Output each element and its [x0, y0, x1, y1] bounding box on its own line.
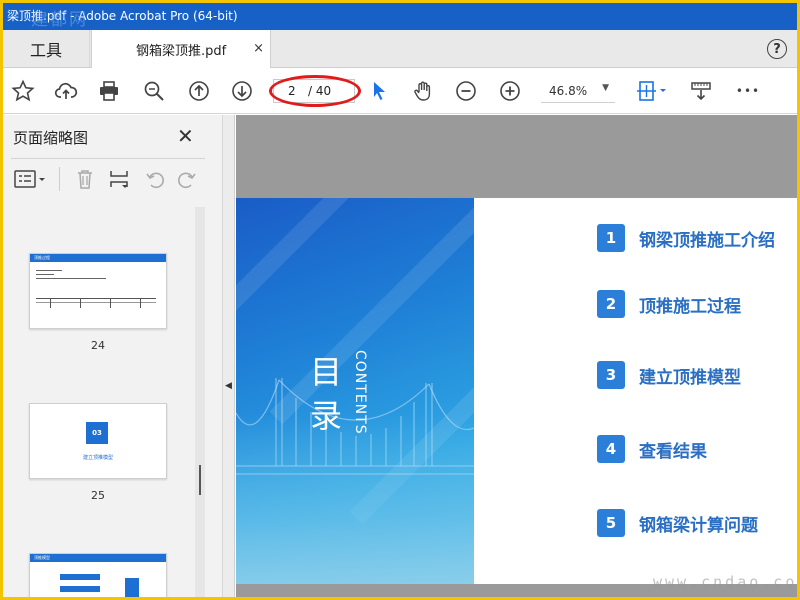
hand-icon[interactable]: [411, 79, 435, 103]
scroll-mode-icon[interactable]: [689, 79, 713, 103]
tab-document-label: 钢箱梁顶推.pdf: [136, 44, 227, 59]
zoom-search-icon[interactable]: [142, 79, 166, 103]
thumbnail-page-26[interactable]: 顶推模型: [29, 553, 167, 597]
star-icon[interactable]: [11, 79, 35, 103]
panel-divider: [11, 158, 205, 159]
cover-water-haze: [236, 414, 474, 584]
thumbnail-header: 顶推过程: [30, 254, 166, 262]
app-window: 梁顶推.pdf - Adobe Acrobat Pro (64-bit) 建都网…: [3, 3, 797, 597]
thumbnail-page-24[interactable]: 顶推过程: [29, 253, 167, 329]
thumbnail-text-line: [36, 270, 62, 271]
chevron-down-icon: ▼: [602, 83, 609, 93]
help-button[interactable]: ?: [767, 39, 787, 59]
thumbnail-bridge-pier: [140, 298, 141, 308]
panel-scrollbar[interactable]: [195, 207, 205, 597]
cover-title-top: 目: [310, 353, 343, 391]
tab-close-button[interactable]: ×: [253, 41, 264, 56]
title-bar: 梁顶推.pdf - Adobe Acrobat Pro (64-bit): [3, 3, 797, 30]
thumbnail-options-icon[interactable]: [13, 167, 47, 191]
tab-bar: 工具 钢箱梁顶推.pdf × ?: [3, 30, 797, 69]
watermark-bottom: www.cndao.com: [653, 573, 797, 591]
thumbnail-text-line: [36, 278, 106, 279]
panel-toolbar: [11, 167, 211, 193]
contents-cover-image: 目 录 CONTENTS: [236, 198, 474, 584]
thumbnail-bridge-pier: [50, 298, 51, 308]
toolbar-separator: [59, 167, 60, 191]
toc-text: 顶推施工过程: [639, 296, 741, 317]
page-up-icon[interactable]: [187, 79, 211, 103]
toc-item-3[interactable]: 3 建立顶推模型: [597, 361, 741, 389]
tab-document[interactable]: 钢箱梁顶推.pdf ×: [91, 30, 271, 69]
more-icon[interactable]: •••: [735, 79, 761, 103]
thumbnail-section-caption: 建立顶推模型: [82, 455, 113, 461]
cover-title: 目 录: [310, 350, 342, 438]
thumbnail-bridge-drawing: [36, 302, 156, 303]
thumbnail-section-badge: 03: [86, 422, 108, 444]
zoom-select[interactable]: 46.8% ▼: [541, 79, 615, 103]
thumbnail-bridge-pier: [80, 298, 81, 308]
zoom-value: 46.8%: [549, 84, 588, 98]
cloud-upload-icon[interactable]: [54, 79, 78, 103]
toc-item-5[interactable]: 5 钢箱梁计算问题: [597, 509, 758, 537]
toc-text: 建立顶推模型: [639, 367, 741, 388]
rotate-right-icon[interactable]: [175, 167, 199, 191]
rotate-left-icon[interactable]: [143, 167, 167, 191]
toc-item-2[interactable]: 2 顶推施工过程: [597, 290, 741, 318]
zoom-out-icon[interactable]: [454, 79, 478, 103]
panel-collapse-strip[interactable]: ◀: [223, 115, 235, 597]
fit-page-icon[interactable]: [635, 79, 669, 103]
main-toolbar: 2 / 40 46.8% ▼ •••: [3, 68, 797, 114]
thumbnail-text-line: [36, 274, 54, 275]
toc-item-1[interactable]: 1 钢梁顶推施工介绍: [597, 224, 775, 252]
thumbnail-diagram-block: [60, 586, 100, 592]
collapse-left-icon[interactable]: ◀: [225, 381, 232, 391]
tab-tools[interactable]: 工具: [3, 30, 90, 68]
panel-scrollbar-thumb[interactable]: [199, 465, 201, 495]
thumbnail-diagram-block: [125, 578, 139, 597]
zoom-in-icon[interactable]: [498, 79, 522, 103]
panel-close-button[interactable]: ✕: [177, 124, 194, 148]
thumbnail-label-24: 24: [91, 339, 105, 352]
thumbnail-header: 顶推模型: [30, 554, 166, 562]
toc-text: 钢梁顶推施工介绍: [639, 230, 775, 251]
cover-title-bottom: 录: [310, 397, 343, 435]
pdf-page: 目 录 CONTENTS 1 钢梁顶推施工介绍 2 顶推施工过程 3 建立顶推模…: [236, 198, 797, 584]
toc-number: 4: [597, 435, 625, 463]
select-arrow-icon[interactable]: [367, 79, 391, 103]
toc-text: 查看结果: [639, 441, 707, 462]
toc-text: 钢箱梁计算问题: [639, 515, 758, 536]
toc-item-4[interactable]: 4 查看结果: [597, 435, 707, 463]
panel-title: 页面缩略图: [13, 129, 89, 147]
toc-number: 3: [597, 361, 625, 389]
page-thumbnails-panel: 页面缩略图 ✕ 顶推过程 24 03 建立顶推模型 25 顶推模型: [3, 115, 223, 597]
delete-icon[interactable]: [73, 167, 97, 191]
red-annotation-circle: [269, 75, 361, 107]
toc-number: 5: [597, 509, 625, 537]
page-down-icon[interactable]: [230, 79, 254, 103]
thumbnail-diagram-block: [60, 574, 100, 580]
toc-number: 1: [597, 224, 625, 252]
cover-subtitle: CONTENTS: [352, 350, 368, 435]
insert-page-icon[interactable]: [107, 167, 131, 191]
toc-number: 2: [597, 290, 625, 318]
thumbnail-page-25[interactable]: 03 建立顶推模型: [29, 403, 167, 479]
print-icon[interactable]: [97, 79, 121, 103]
thumbnail-label-25: 25: [91, 489, 105, 502]
document-viewer[interactable]: 目 录 CONTENTS 1 钢梁顶推施工介绍 2 顶推施工过程 3 建立顶推模…: [236, 115, 797, 597]
thumbnail-bridge-pier: [110, 298, 111, 308]
thumbnail-bridge-drawing: [36, 298, 156, 299]
window-title: 梁顶推.pdf - Adobe Acrobat Pro (64-bit): [7, 9, 238, 23]
